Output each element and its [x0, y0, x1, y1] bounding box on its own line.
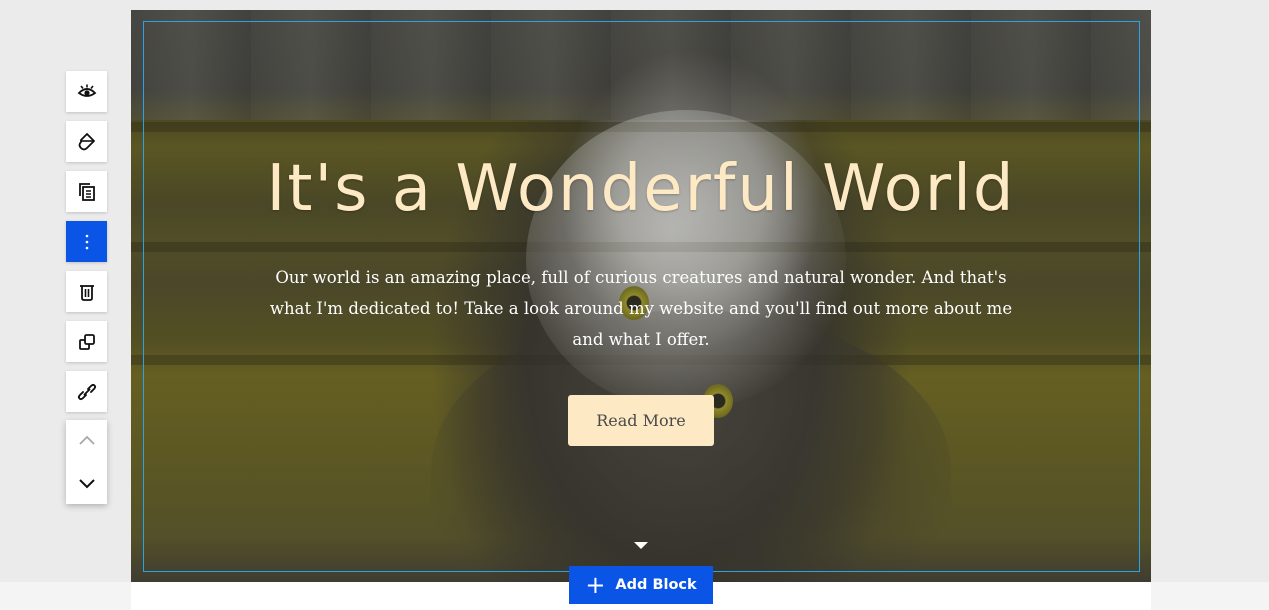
design-button[interactable] — [66, 121, 107, 162]
duplicate-icon — [78, 333, 95, 350]
hero-title[interactable]: It's a Wonderful World — [131, 152, 1151, 226]
link-button[interactable] — [66, 371, 107, 412]
link-icon — [77, 383, 96, 400]
hero-background-wall — [131, 10, 1151, 120]
move-down-button[interactable] — [66, 462, 107, 504]
move-up-button[interactable] — [66, 420, 107, 462]
delete-button[interactable] — [66, 271, 107, 312]
hero-body-text[interactable]: Our world is an amazing place, full of c… — [255, 262, 1027, 355]
copy-icon — [78, 182, 95, 201]
add-block-button[interactable]: + Add Block — [569, 566, 713, 604]
chevron-down-icon — [78, 479, 95, 489]
eye-icon — [77, 84, 96, 97]
more-options-button[interactable] — [66, 221, 107, 262]
vertical-dots-icon — [85, 234, 88, 249]
copy-button[interactable] — [66, 171, 107, 212]
add-block-label: Add Block — [615, 577, 697, 593]
paint-bucket-icon — [78, 132, 95, 150]
visibility-button[interactable] — [66, 71, 107, 112]
chevron-up-icon — [78, 435, 95, 445]
trash-icon — [79, 284, 94, 301]
read-more-button[interactable]: Read More — [568, 395, 714, 446]
plus-icon: + — [585, 571, 606, 599]
reorder-controls — [66, 420, 107, 504]
scroll-down-caret-icon[interactable] — [634, 542, 648, 549]
duplicate-button[interactable] — [66, 321, 107, 362]
